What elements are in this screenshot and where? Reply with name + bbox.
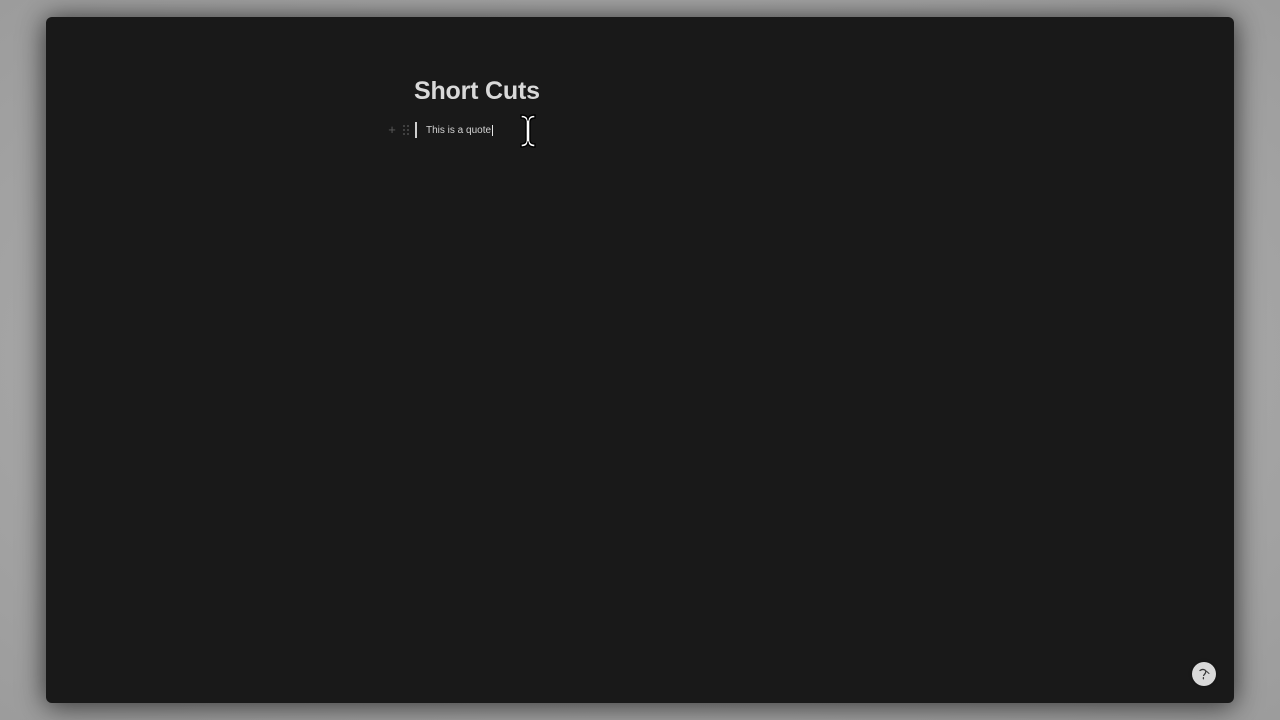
help-button[interactable] xyxy=(1192,662,1216,686)
plus-icon[interactable]: + xyxy=(386,123,398,136)
drag-handle-icon[interactable] xyxy=(402,124,410,136)
text-cursor-icon xyxy=(520,114,536,148)
editor-window: Short Cuts + This is a quote xyxy=(46,17,1234,703)
quote-block-row: + This is a quote xyxy=(386,121,494,139)
quote-text[interactable]: This is a quote xyxy=(426,125,491,136)
quote-block[interactable]: This is a quote xyxy=(415,122,494,138)
page-title[interactable]: Short Cuts xyxy=(414,77,540,106)
help-icon xyxy=(1199,668,1210,680)
text-caret xyxy=(492,124,494,136)
